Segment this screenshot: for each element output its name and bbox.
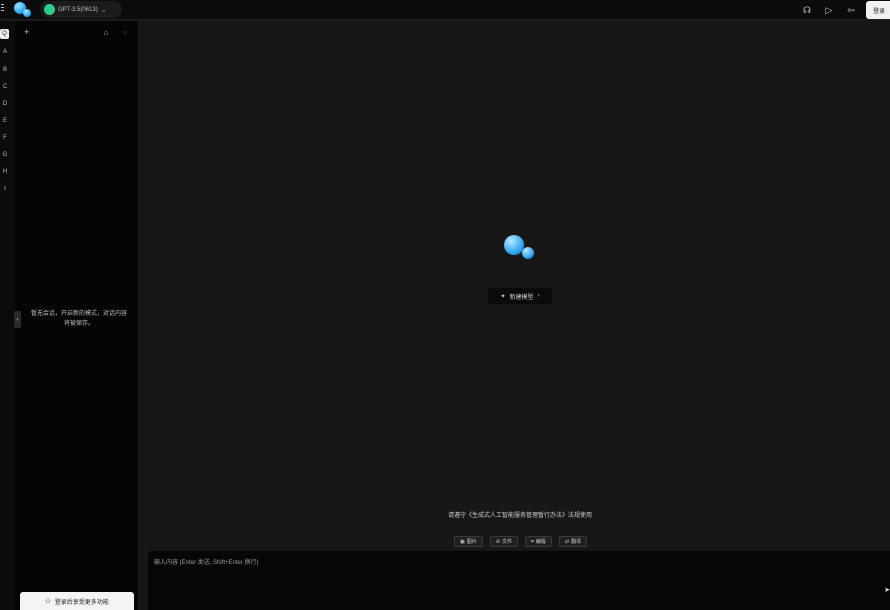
attach-icon: ⊘ [495,538,500,545]
exit-icon[interactable]: ⇦ [844,3,858,17]
chip-label: 编程 [535,539,546,545]
message-input[interactable]: 输入内容 (Enter 发送, Shift+Enter 换行) ➤ [148,551,890,610]
rail-item-8[interactable]: H [0,167,10,177]
rail-item-5[interactable]: E [0,116,10,126]
sidebar-collapse-handle[interactable]: ‹ [14,311,21,328]
image-icon: ▣ [460,538,465,545]
code-icon: ⌗ [530,538,534,545]
chip-image[interactable]: ▣ 图片 [454,536,483,547]
hero-logo-icon [504,235,540,263]
rail-item-4[interactable]: D [0,99,10,109]
play-icon[interactable]: ▷ [822,3,836,17]
empty-conversations-hint: 暂无会话，开启新的模式，对话内容 将被保存。 [25,309,133,329]
app-window: GPT-3.5(0613) ⌄ ☊ ▷ ⇦ 登录 Q A B C D E F G… [0,0,890,610]
top-bar: GPT-3.5(0613) ⌄ ☊ ▷ ⇦ 登录 [0,0,890,20]
new-chat-icon[interactable]: + [24,27,29,37]
rail-item-1[interactable]: A [0,47,10,57]
rail-item-9[interactable]: I [0,184,10,194]
new-model-chip[interactable]: ✦ 新建模型 › [488,288,552,304]
chevron-right-icon: › [537,293,540,299]
sparkle-icon: ✦ [500,293,506,300]
headset-icon[interactable]: ☊ [800,3,814,17]
settings-icon[interactable]: ◌ [120,27,130,37]
chip-file[interactable]: ⊘ 文件 [489,536,518,547]
chip-label: 文件 [501,539,512,545]
rail-item-chat[interactable]: Q [0,29,9,39]
empty-hint-line1: 暂无会话，开启新的模式，对话内容 [30,311,127,317]
folder-icon[interactable]: ⌂ [101,27,111,37]
rail-item-7[interactable]: G [0,150,10,160]
chat-main-area: ✦ 新建模型 › 请遵守《生成式人工智能服务管理暂行办法》法规使用 ▣ 图片 ⊘ 文… [140,21,890,610]
rail-item-6[interactable]: F [0,133,10,143]
chip-label: 翻译 [571,539,582,545]
hero-chip-label: 新建模型 [509,294,534,301]
tool-chips: ▣ 图片 ⊘ 文件 ⌗ 编程 ⇄ 翻译 [454,536,588,547]
usage-notice: 请遵守《生成式人工智能服务管理暂行办法》法规使用 [447,513,592,519]
input-placeholder: 输入内容 (Enter 发送, Shift+Enter 换行) [154,560,259,566]
model-selector[interactable]: GPT-3.5(0613) ⌄ [40,1,122,18]
chip-label: 图片 [466,539,477,545]
user-icon: ⚇ [45,598,51,605]
empty-hint-line2: 将被保存。 [63,321,94,327]
translate-icon: ⇄ [564,538,570,545]
model-avatar-icon [44,4,55,15]
app-logo-icon [14,2,32,18]
chip-translate[interactable]: ⇄ 翻译 [558,536,588,547]
model-name: GPT-3.5(0613) [58,6,98,13]
menu-icon[interactable] [1,4,5,15]
rail-item-3[interactable]: C [0,82,10,92]
nav-rail: Q A B C D E F G H I [0,21,15,610]
login-top-button[interactable]: 登录 [866,1,890,19]
sidebar-login-label: 登录后享受更多功能 [54,599,109,606]
send-icon[interactable]: ➤ [882,585,890,595]
chip-code[interactable]: ⌗ 编程 [524,536,552,547]
conversation-sidebar: + ⌂ ◌ 暂无会话，开启新的模式，对话内容 将被保存。 [15,21,139,610]
rail-item-2[interactable]: B [0,65,10,75]
sidebar-login-button[interactable]: ⚇ 登录后享受更多功能 [20,592,134,610]
chevron-down-icon: ⌄ [100,6,107,14]
